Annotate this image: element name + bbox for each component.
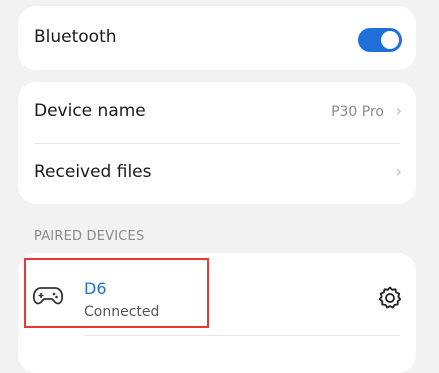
chevron-right-icon: › (395, 101, 402, 120)
bluetooth-card: Bluetooth (18, 6, 416, 70)
chevron-right-icon: › (395, 162, 402, 181)
gear-icon[interactable] (377, 285, 403, 311)
toggle-knob (381, 31, 399, 49)
device-name-value: P30 Pro (331, 104, 384, 120)
selection-highlight (24, 258, 209, 328)
device-settings-card: Device name P30 Pro › Received files › (18, 82, 416, 204)
device-name-label: Device name (34, 101, 146, 121)
divider (84, 335, 400, 336)
received-files-label: Received files (34, 162, 152, 182)
device-name-row[interactable]: Device name P30 Pro › (18, 82, 416, 143)
paired-devices-header: PAIRED DEVICES (34, 229, 145, 244)
bluetooth-label: Bluetooth (34, 27, 117, 47)
received-files-row[interactable]: Received files › (18, 143, 416, 204)
bluetooth-toggle[interactable] (358, 28, 402, 52)
